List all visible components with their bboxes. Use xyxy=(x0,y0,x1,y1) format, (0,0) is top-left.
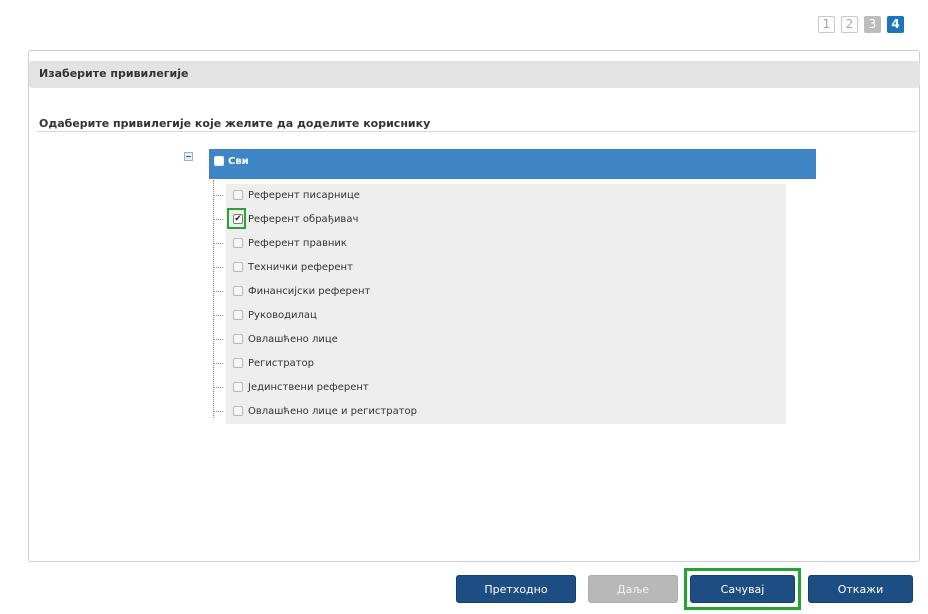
privilege-checkbox[interactable] xyxy=(233,190,243,200)
privilege-item[interactable]: Референт писарнице xyxy=(213,184,786,208)
step-3[interactable]: 3 xyxy=(864,16,881,33)
next-button[interactable]: Даље xyxy=(588,575,678,603)
privilege-checkbox[interactable] xyxy=(233,382,243,392)
privilege-label: Референт писарнице xyxy=(248,190,360,201)
privilege-label: Технички референт xyxy=(248,262,353,273)
privilege-item[interactable]: Јединствени референт xyxy=(213,376,786,400)
step-indicator: 1 2 3 4 xyxy=(818,16,904,33)
privilege-checkbox[interactable] xyxy=(233,286,243,296)
tree-root-all[interactable]: Сви xyxy=(209,149,816,179)
cancel-button[interactable]: Откажи xyxy=(808,575,913,603)
step-1[interactable]: 1 xyxy=(818,16,835,33)
step-2[interactable]: 2 xyxy=(841,16,858,33)
privilege-label: Руководилац xyxy=(248,310,317,321)
privilege-label: Финансијски референт xyxy=(248,286,371,297)
privilege-label: Овлашћено лице и регистратор xyxy=(248,406,417,417)
previous-button[interactable]: Претходно xyxy=(456,575,576,603)
select-all-checkbox[interactable] xyxy=(214,156,224,166)
privilege-checkbox[interactable] xyxy=(233,358,243,368)
privilege-label: Референт правник xyxy=(248,238,347,249)
privilege-item[interactable]: Финансијски референт xyxy=(213,280,786,304)
privileges-panel: Изаберите привилегије Одаберите привилег… xyxy=(28,50,920,562)
privilege-checkbox-checked[interactable]: ✔ xyxy=(233,214,243,224)
privilege-item[interactable]: Руководилац xyxy=(213,304,786,328)
privilege-item[interactable]: Овлашћено лице и регистратор xyxy=(213,400,786,424)
privilege-item[interactable]: Референт правник xyxy=(213,232,786,256)
divider xyxy=(37,131,917,132)
privilege-checkbox[interactable] xyxy=(233,310,243,320)
privilege-checkbox[interactable] xyxy=(233,334,243,344)
collapse-icon[interactable] xyxy=(184,152,193,161)
tree-connector xyxy=(213,180,215,418)
privilege-label: Јединствени референт xyxy=(248,382,369,393)
step-4: 4 xyxy=(887,16,904,33)
privilege-item[interactable]: ✔ Референт обрађивач xyxy=(213,208,786,232)
save-button[interactable]: Сачувај xyxy=(690,575,795,603)
privilege-label: Регистратор xyxy=(248,358,315,369)
privilege-item[interactable]: Регистратор xyxy=(213,352,786,376)
privilege-checkbox[interactable] xyxy=(233,238,243,248)
section-subheading: Одаберите привилегије које желите да дод… xyxy=(39,117,431,130)
privilege-item[interactable]: Овлашћено лице xyxy=(213,328,786,352)
privilege-checkbox[interactable] xyxy=(233,406,243,416)
privilege-item[interactable]: Технички референт xyxy=(213,256,786,280)
tree-root-label: Сви xyxy=(228,156,249,167)
panel-header: Изаберите привилегије xyxy=(29,61,920,88)
privilege-label: Референт обрађивач xyxy=(248,214,359,225)
privilege-label: Овлашћено лице xyxy=(248,334,338,345)
privilege-checkbox[interactable] xyxy=(233,262,243,272)
panel-title: Изаберите привилегије xyxy=(39,67,189,80)
